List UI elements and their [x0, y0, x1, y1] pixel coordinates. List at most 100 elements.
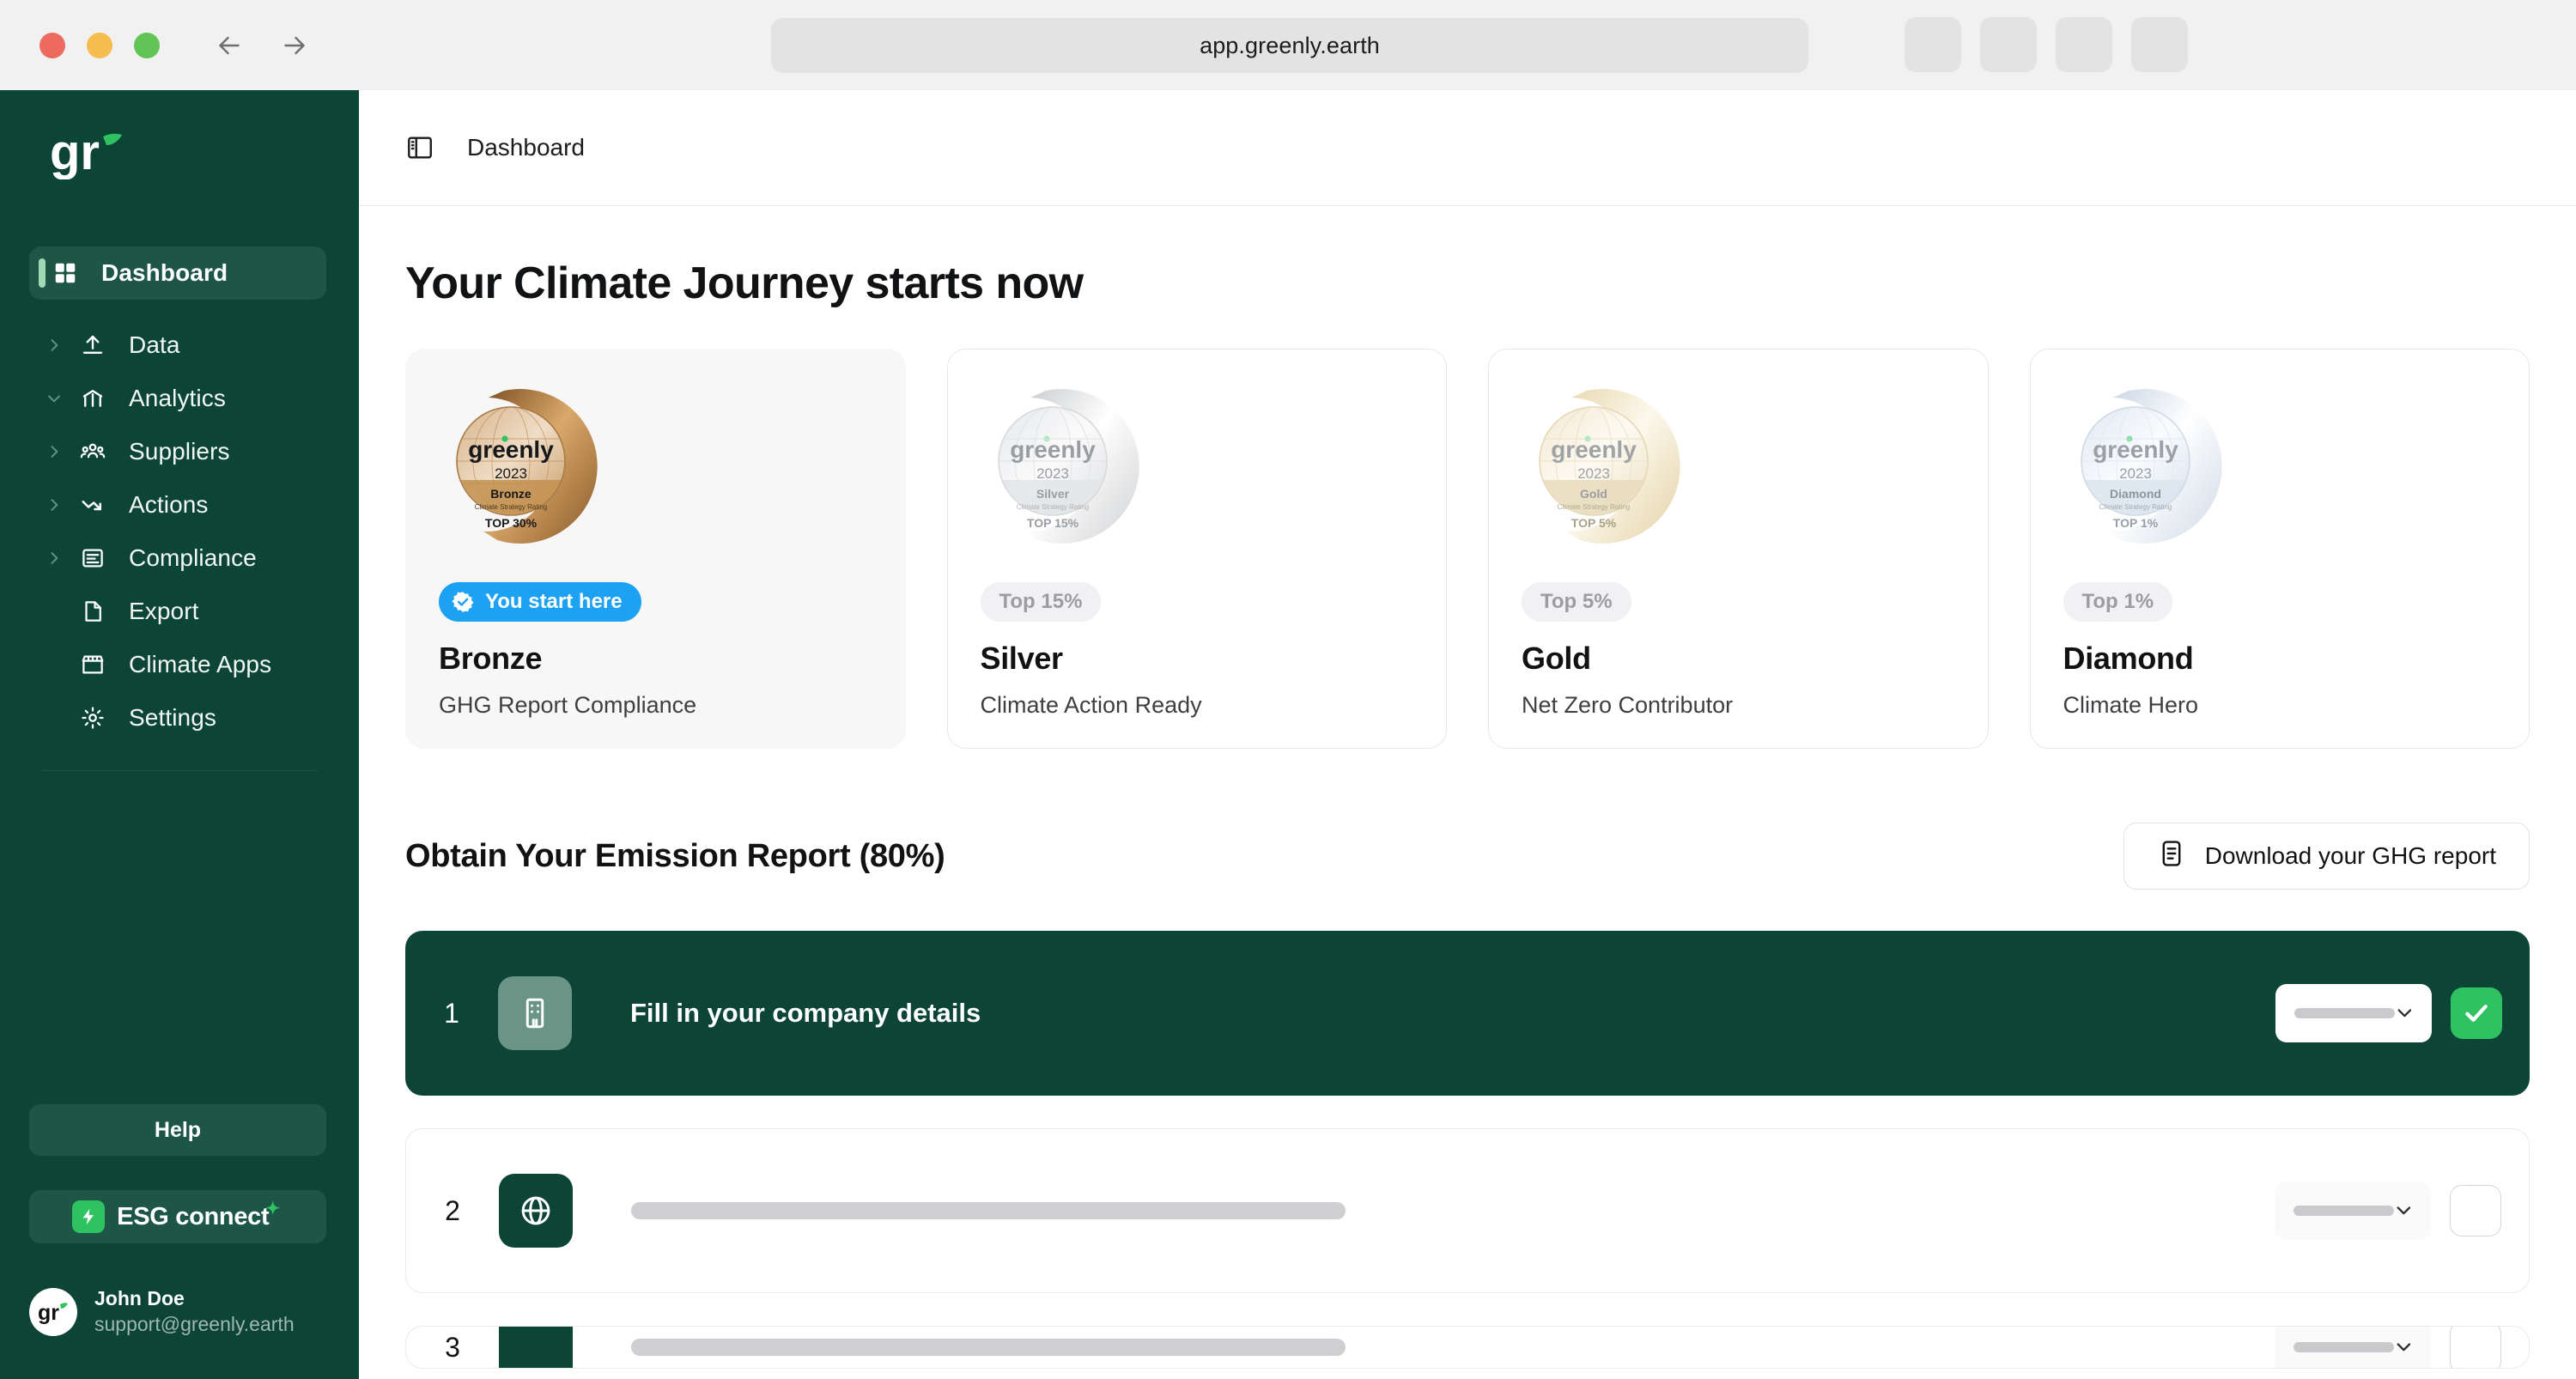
chevron-down-icon: [2394, 1337, 2414, 1358]
address-bar[interactable]: app.greenly.earth: [771, 18, 1808, 73]
step-controls: [2275, 1182, 2501, 1240]
sidebar-item-suppliers[interactable]: Suppliers: [29, 425, 326, 478]
users-icon: [70, 439, 115, 465]
download-ghg-report-label: Download your GHG report: [2204, 842, 2496, 869]
status-badge-label: You start here: [485, 590, 623, 613]
chevron-right-icon[interactable]: [41, 496, 67, 513]
back-arrow-icon[interactable]: [211, 27, 247, 64]
browser-tool-button-1[interactable]: [1905, 17, 1961, 72]
forward-arrow-icon[interactable]: [276, 27, 313, 64]
sidebar-item-label: Settings: [129, 704, 216, 731]
globe-icon: [499, 1174, 573, 1248]
panel-left-icon[interactable]: [405, 132, 436, 163]
bolt-icon: [72, 1200, 106, 1234]
status-badge-label: Top 1%: [2081, 590, 2154, 613]
step-select[interactable]: [2275, 1182, 2431, 1240]
sidebar: gr Dashboard Data Analytics Suppliers Ac…: [0, 90, 359, 1379]
tier-card-diamond[interactable]: greenly 2023 Diamond Climate Strategy Ra…: [2029, 349, 2530, 749]
sidebar-item-climate-apps[interactable]: Climate Apps: [29, 638, 326, 691]
sidebar-item-label: Analytics: [129, 385, 226, 411]
help-button[interactable]: Help: [29, 1104, 326, 1157]
download-ghg-report-button[interactable]: Download your GHG report: [2123, 823, 2530, 890]
chevron-down-icon[interactable]: [41, 390, 67, 407]
svg-text:2023: 2023: [1036, 465, 1069, 482]
url-text: app.greenly.earth: [1200, 32, 1380, 58]
browser-tool-button-2[interactable]: [1980, 17, 2037, 72]
sidebar-item-actions[interactable]: Actions: [29, 478, 326, 532]
select-value-placeholder: [2293, 1342, 2395, 1352]
svg-text:TOP 5%: TOP 5%: [1571, 516, 1617, 530]
upload-icon: [70, 332, 115, 358]
step-complete-checkbox[interactable]: [2450, 1327, 2501, 1368]
sidebar-item-data[interactable]: Data: [29, 319, 326, 372]
browser-tool-button-4[interactable]: [2131, 17, 2188, 72]
minimize-window-button[interactable]: [87, 32, 112, 58]
step-complete-checkbox[interactable]: [2451, 987, 2502, 1039]
traffic-lights: [39, 32, 160, 58]
status-badge-label: Top 15%: [999, 590, 1083, 613]
sidebar-item-label: Dashboard: [101, 259, 228, 286]
tier-name: Gold: [1522, 641, 1591, 676]
close-window-button[interactable]: [39, 32, 65, 58]
svg-text:Climate Strategy Rating: Climate Strategy Rating: [1016, 503, 1088, 511]
sidebar-item-export[interactable]: Export: [29, 585, 326, 638]
step-number: 2: [445, 1194, 460, 1226]
sidebar-item-analytics[interactable]: Analytics: [29, 372, 326, 425]
step-select[interactable]: [2275, 1327, 2431, 1368]
chevron-right-icon[interactable]: [41, 443, 67, 460]
tier-description: Net Zero Contributor: [1522, 692, 1734, 718]
report-step-3[interactable]: 3: [405, 1326, 2530, 1369]
bronze-medal-icon: greenly 2023 Bronze Climate Strategy Rat…: [444, 379, 607, 555]
tier-card-bronze[interactable]: greenly 2023 Bronze Climate Strategy Rat…: [405, 349, 906, 749]
step-number: 1: [444, 997, 459, 1029]
silver-medal-icon: greenly 2023 Silver Climate Strategy Rat…: [986, 379, 1149, 555]
tier-card-silver[interactable]: greenly 2023 Silver Climate Strategy Rat…: [946, 349, 1447, 749]
status-badge: Top 5%: [1522, 582, 1631, 622]
verified-check-icon: [452, 592, 474, 612]
sidebar-item-settings[interactable]: Settings: [29, 691, 326, 744]
sidebar-divider: [41, 770, 318, 771]
breadcrumb[interactable]: Dashboard: [467, 134, 585, 161]
sidebar-item-compliance[interactable]: Compliance: [29, 532, 326, 585]
sidebar-item-label: Climate Apps: [129, 651, 272, 677]
browser-tool-button-3[interactable]: [2056, 17, 2112, 72]
svg-text:2023: 2023: [2119, 465, 2152, 482]
sidebar-item-label: Suppliers: [129, 438, 230, 465]
svg-text:greenly: greenly: [1010, 436, 1096, 463]
maximize-window-button[interactable]: [134, 32, 160, 58]
select-value-placeholder: [2293, 1206, 2395, 1216]
gear-icon: [70, 705, 115, 731]
svg-text:TOP 15%: TOP 15%: [1026, 516, 1078, 530]
svg-text:Gold: Gold: [1580, 487, 1607, 501]
report-step-2[interactable]: 2: [405, 1128, 2530, 1293]
svg-text:TOP 30%: TOP 30%: [485, 516, 538, 530]
step-select[interactable]: [2275, 984, 2432, 1042]
report-step-1[interactable]: 1 Fill in your company details: [405, 931, 2530, 1096]
browser-nav: [211, 27, 313, 64]
esg-connect-label: ESG connect✦: [117, 1199, 280, 1230]
sidebar-nav: Dashboard Data Analytics Suppliers Actio…: [0, 246, 359, 744]
step-number: 3: [445, 1331, 460, 1363]
gold-medal-icon: greenly 2023 Gold Climate Strategy Ratin…: [1527, 379, 1690, 555]
analytics-icon: [70, 386, 115, 411]
chevron-right-icon[interactable]: [41, 550, 67, 567]
status-badge-label: Top 5%: [1540, 590, 1613, 613]
sidebar-item-dashboard[interactable]: Dashboard: [29, 246, 326, 300]
report-header: Obtain Your Emission Report (80%) Downlo…: [405, 823, 2530, 890]
main-content: Dashboard Your Climate Journey starts no…: [359, 90, 2576, 1379]
svg-text:greenly: greenly: [1551, 436, 1637, 463]
building-icon: [498, 976, 572, 1050]
chevron-right-icon[interactable]: [41, 337, 67, 354]
user-profile[interactable]: gr John Doe support@greenly.earth: [29, 1286, 359, 1338]
step-complete-checkbox[interactable]: [2450, 1185, 2501, 1236]
svg-text:Climate Strategy Rating: Climate Strategy Rating: [1558, 503, 1630, 511]
greenly-logo-icon[interactable]: gr: [50, 126, 127, 179]
report-icon: [2157, 839, 2186, 874]
topbar: Dashboard: [359, 90, 2576, 206]
tier-card-gold[interactable]: greenly 2023 Gold Climate Strategy Ratin…: [1488, 349, 1989, 749]
tier-name: Diamond: [2063, 641, 2194, 676]
document-icon: [70, 545, 115, 571]
step-controls: [2275, 984, 2502, 1042]
esg-connect-button[interactable]: ESG connect✦: [29, 1190, 326, 1244]
file-icon: [70, 598, 115, 624]
